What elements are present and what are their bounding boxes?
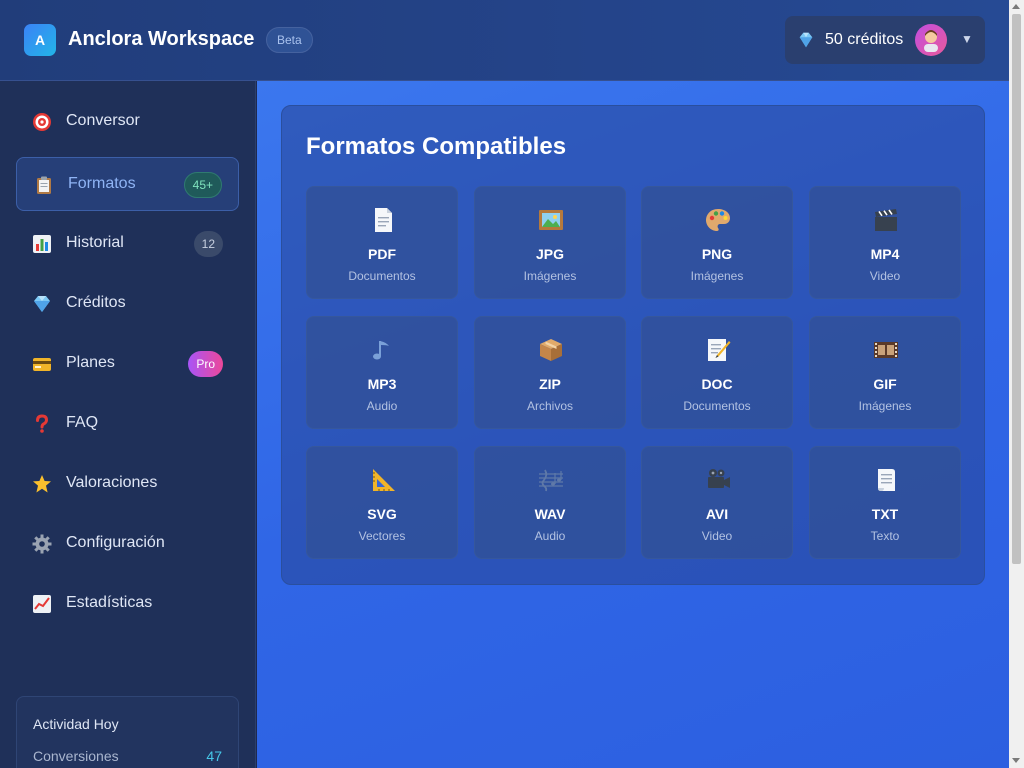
triangle-ruler-icon <box>373 469 395 491</box>
format-card-gif[interactable]: GIF Imágenes <box>809 316 961 429</box>
sidebar-item-label: Formatos <box>68 175 136 192</box>
format-card-svg[interactable]: SVG Vectores <box>306 446 458 559</box>
sidebar-item-historial[interactable]: Historial 12 <box>16 217 239 271</box>
format-card-mp4[interactable]: MP4 Video <box>809 186 961 299</box>
format-name: MP4 <box>870 246 900 262</box>
main-content: Formatos Compatibles PDF Documentos JPG … <box>257 81 1009 768</box>
user-avatar-icon[interactable] <box>915 24 947 56</box>
star-icon <box>33 475 51 493</box>
format-type: Texto <box>870 529 900 543</box>
format-name: PDF <box>368 246 396 262</box>
credits-counter: 50 créditos <box>825 31 904 48</box>
trend-chart-icon <box>33 595 51 613</box>
sidebar-item-label: Planes <box>66 354 115 371</box>
movie-camera-icon <box>708 469 730 488</box>
format-card-txt[interactable]: TXT Texto <box>809 446 961 559</box>
sidebar-item-label: Conversor <box>66 112 140 129</box>
credit-card-icon <box>33 358 51 371</box>
top-header: A Anclora Workspace Beta 50 créditos ▼ <box>0 0 1009 81</box>
sidebar-item-label: Valoraciones <box>66 474 158 491</box>
format-card-avi[interactable]: AVI Video <box>641 446 793 559</box>
musical-score-icon <box>539 469 563 492</box>
sidebar: Conversor Formatos 45+ Historial 12 Créd… <box>0 81 256 768</box>
conversions-label: Conversiones <box>33 748 119 764</box>
sidebar-item-label: Historial <box>66 234 124 251</box>
clapper-icon <box>875 209 897 231</box>
app-logo[interactable]: A <box>24 24 56 56</box>
sidebar-item-label: Créditos <box>66 294 126 311</box>
palette-icon <box>706 209 730 231</box>
format-name: ZIP <box>539 376 561 392</box>
sidebar-item-planes[interactable]: Planes Pro <box>16 337 239 391</box>
format-name: PNG <box>701 246 733 262</box>
format-type: Imágenes <box>523 269 577 283</box>
memo-icon <box>708 339 731 361</box>
framed-picture-icon <box>539 210 563 230</box>
sidebar-item-faq[interactable]: FAQ <box>16 397 239 451</box>
format-card-doc[interactable]: DOC Documentos <box>641 316 793 429</box>
sidebar-item-conversor[interactable]: Conversor <box>16 95 239 149</box>
history-count-badge: 12 <box>193 231 223 257</box>
formats-panel: Formatos Compatibles PDF Documentos JPG … <box>281 105 985 585</box>
scroll-up-arrow-icon[interactable] <box>1012 4 1020 9</box>
sidebar-item-configuracion[interactable]: Configuración <box>16 517 239 571</box>
format-card-png[interactable]: PNG Imágenes <box>641 186 793 299</box>
format-name: JPG <box>535 246 564 262</box>
sidebar-item-label: Estadísticas <box>66 594 153 611</box>
format-type: Audio <box>534 529 566 543</box>
sidebar-item-estadisticas[interactable]: Estadísticas <box>16 577 239 631</box>
chevron-down-icon[interactable]: ▼ <box>961 32 973 46</box>
format-type: Documentos <box>683 399 751 413</box>
music-note-icon <box>373 341 389 360</box>
user-menu[interactable]: 50 créditos ▼ <box>785 16 985 64</box>
activity-today-card: Actividad Hoy Conversiones 47 <box>16 696 239 768</box>
page-title: Formatos Compatibles <box>306 133 567 160</box>
format-name: TXT <box>871 506 899 522</box>
format-name: DOC <box>701 376 733 392</box>
clipboard-icon <box>37 176 51 194</box>
sidebar-item-label: Configuración <box>66 534 165 551</box>
sidebar-item-formatos[interactable]: Formatos 45+ <box>16 157 239 211</box>
bar-chart-icon <box>33 235 51 253</box>
format-name: AVI <box>705 506 729 522</box>
scroll-thumb[interactable] <box>1012 14 1021 564</box>
package-icon <box>540 339 562 361</box>
format-type: Archivos <box>526 399 573 413</box>
format-name: SVG <box>367 506 397 522</box>
sidebar-item-label: FAQ <box>66 414 99 431</box>
format-name: WAV <box>534 506 566 522</box>
formats-count-badge: 45+ <box>183 172 222 198</box>
sidebar-item-creditos[interactable]: Créditos <box>16 277 239 331</box>
format-type: Imágenes <box>858 399 912 413</box>
format-card-mp3[interactable]: MP3 Audio <box>306 316 458 429</box>
format-type: Imágenes <box>690 269 744 283</box>
sidebar-item-valoraciones[interactable]: Valoraciones <box>16 457 239 511</box>
app-title: Anclora Workspace <box>68 28 255 50</box>
pro-badge: Pro <box>188 351 223 377</box>
question-icon <box>36 414 49 433</box>
gem-icon <box>799 32 813 48</box>
format-card-pdf[interactable]: PDF Documentos <box>306 186 458 299</box>
format-type: Video <box>869 269 901 283</box>
scroll-down-arrow-icon[interactable] <box>1012 758 1020 763</box>
format-card-wav[interactable]: WAV Audio <box>474 446 626 559</box>
page-scrollbar[interactable] <box>1009 0 1024 768</box>
format-card-zip[interactable]: ZIP Archivos <box>474 316 626 429</box>
page-text-icon <box>878 469 895 491</box>
beta-badge: Beta <box>266 27 313 53</box>
film-frames-icon <box>874 342 898 358</box>
gear-icon <box>32 534 52 554</box>
format-name: MP3 <box>367 376 397 392</box>
format-name: GIF <box>873 376 897 392</box>
format-type: Documentos <box>348 269 416 283</box>
gem-icon <box>34 296 50 312</box>
document-icon <box>375 208 392 232</box>
activity-title: Actividad Hoy <box>33 716 119 732</box>
target-icon <box>33 113 51 131</box>
format-type: Vectores <box>358 529 406 543</box>
format-card-jpg[interactable]: JPG Imágenes <box>474 186 626 299</box>
format-type: Audio <box>366 399 398 413</box>
format-type: Video <box>701 529 733 543</box>
conversions-value: 47 <box>206 748 222 764</box>
